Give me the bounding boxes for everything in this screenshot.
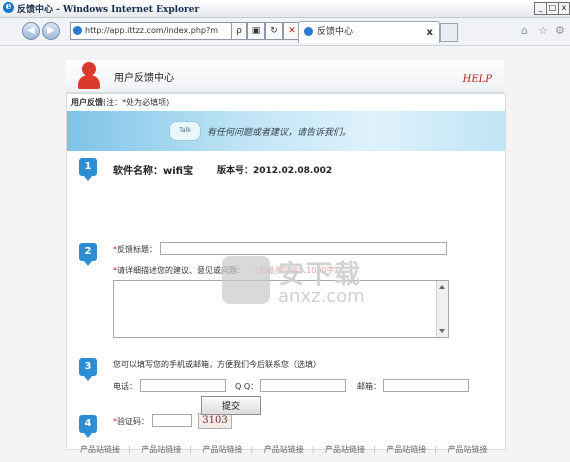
captcha-input[interactable] [152,414,192,427]
textarea-scrollbar[interactable] [436,281,448,337]
page-icon [73,26,82,35]
footer-link[interactable]: 产品站链接 [325,444,365,455]
step-3-badge: 3 [79,358,97,381]
captcha-image[interactable]: 3103 [198,413,232,429]
feedback-title-input[interactable] [160,242,447,255]
browser-toolbar: ◀ ▶ http://app.ittzz.com/index.php?m ρ ▣… [0,18,570,46]
scroll-up-icon[interactable] [439,285,445,289]
submit-button[interactable]: 提交 [201,396,261,415]
footer-link[interactable]: 产品站链接 [264,444,304,455]
window-title: 反馈中心 - Windows Internet Explorer [17,5,200,15]
new-tab-button[interactable] [440,23,458,42]
qq-label: Q Q： [235,382,259,391]
contact-note: 您可以填写您的手机或邮箱，方便我们今后联系您（选填） [113,360,321,369]
feedback-banner: Talk 有任何问题或者建议，请告诉我们。 [67,111,505,151]
feedback-detail-textarea[interactable] [113,280,449,338]
search-dropdown-icon[interactable]: ρ [231,22,247,40]
phone-input[interactable] [140,379,226,392]
browser-tab[interactable]: 反馈中心 x [298,21,440,43]
phone-label: 电话： [113,382,137,391]
refresh-icon[interactable]: ↻ [265,22,283,40]
user-avatar-icon [76,62,102,90]
footer-link[interactable]: 产品站链接 [141,444,181,455]
feedback-form: 用户反馈(注：*处为必填项) Talk 有任何问题或者建议，请告诉我们。 1 软… [66,93,506,450]
scroll-down-icon[interactable] [439,329,445,333]
window-title-bar: e 反馈中心 - Windows Internet Explorer _ □ x [0,0,570,18]
software-name: 软件名称：wifi宝 [113,166,194,177]
qq-input[interactable] [260,379,346,392]
footer-link[interactable]: 产品站链接 [80,444,120,455]
email-input[interactable] [383,379,469,392]
captcha-label: *验证码： [113,417,149,426]
home-icon[interactable]: ⌂ [521,24,528,37]
favorites-star-icon[interactable]: ☆ [538,24,548,37]
feedback-detail-label: *请详细描述您的建议、意见或问题： [113,266,245,275]
page-title: 用户反馈中心 [114,73,174,84]
step-1-badge: 1 [79,158,97,181]
ie-logo-icon: e [3,2,14,13]
feedback-header: 用户反馈中心 HELP [66,60,504,93]
email-label: 邮箱： [357,382,381,391]
footer-link[interactable]: 产品站链接 [448,444,488,455]
version-number: 版本号：2012.02.08.002 [217,166,333,176]
address-text: http://app.ittzz.com/index.php?m [85,26,219,35]
tab-page-icon [304,27,313,36]
tab-title: 反馈中心 [317,27,354,37]
back-icon[interactable]: ◀ [22,22,40,40]
footer-link[interactable]: 产品站链接 [386,444,426,455]
help-link[interactable]: HELP [463,74,492,85]
tools-gear-icon[interactable]: ⚙ [555,24,565,37]
required-note: 用户反馈(注：*处为必填项) [71,98,170,107]
step-4-badge: 4 [79,415,97,438]
footer-link[interactable]: 产品站链接 [203,444,243,455]
speech-bubble-icon: Talk [169,121,201,141]
detail-length-hint: (您最多可输入1000字) [255,266,338,275]
footer-links: 产品站链接 | 产品站链接 | 产品站链接 | 产品站链接 | 产品站链接 | 产品站链接… [80,444,488,455]
address-bar[interactable]: http://app.ittzz.com/index.php?m [70,22,232,40]
compat-view-icon[interactable]: ▣ [247,22,265,40]
feedback-title-label: *反馈标题： [113,245,157,254]
close-window-button[interactable]: x [558,2,570,15]
banner-slogan: 有任何问题或者建议，请告诉我们。 [207,128,352,138]
page-content: 用户反馈中心 HELP 用户反馈(注：*处为必填项) Talk 有任何问题或者建… [0,46,570,462]
step-2-badge: 2 [79,243,97,266]
tab-close-icon[interactable]: x [427,22,433,43]
forward-icon[interactable]: ▶ [42,22,60,40]
